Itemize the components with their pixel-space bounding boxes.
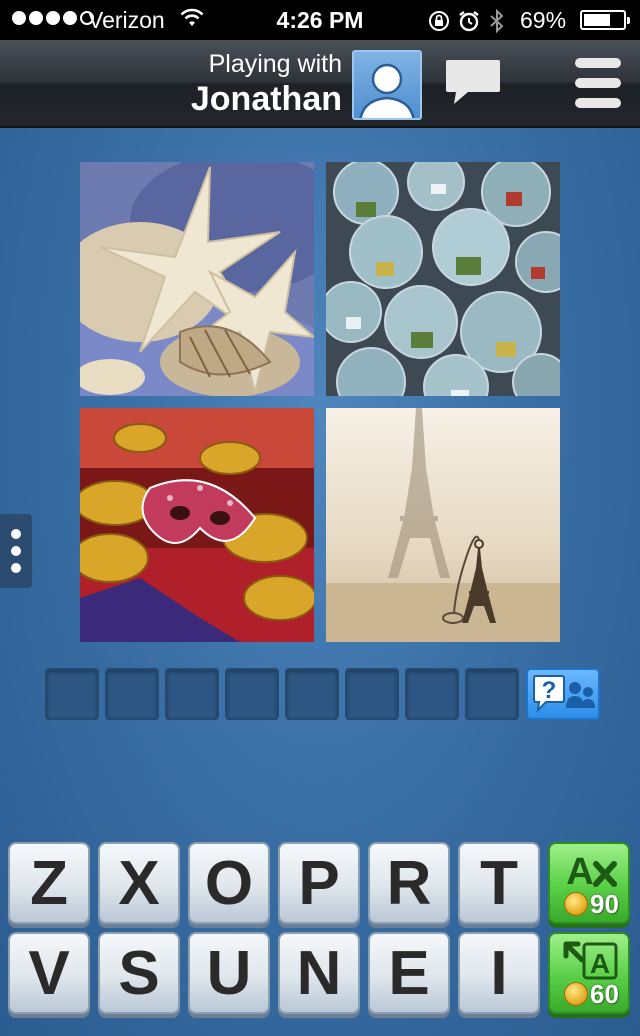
answer-slot-2[interactable] [105, 668, 159, 720]
svg-text:A: A [590, 948, 610, 979]
puzzle-photo-eiffel-tower[interactable] [326, 408, 560, 642]
puzzle-photo-snow-globes[interactable] [326, 162, 560, 396]
letter-tile[interactable]: S [98, 932, 180, 1014]
dot-icon [11, 529, 21, 539]
ask-friends-button[interactable]: ? [526, 668, 600, 720]
menu-bar [575, 98, 621, 108]
opponent-name: Jonathan [190, 80, 342, 118]
default-avatar-icon [359, 63, 415, 118]
menu-bar [575, 58, 621, 68]
answer-slot-3[interactable] [165, 668, 219, 720]
side-menu-tab[interactable] [0, 514, 32, 588]
letter-tile[interactable]: Z [8, 842, 90, 924]
remove-letter-icon: A [566, 851, 617, 892]
answer-slot-4[interactable] [225, 668, 279, 720]
dot-icon [11, 546, 21, 556]
alarm-icon [459, 11, 479, 32]
letter-tile[interactable]: O [188, 842, 270, 924]
playing-with-label: Playing with [208, 50, 342, 78]
dot-icon [11, 563, 21, 573]
letter-tile[interactable]: R [368, 842, 450, 924]
opponent-avatar[interactable] [352, 50, 422, 120]
game-header: Playing with Jonathan [0, 40, 640, 128]
reveal-letter-button[interactable]: A 60 [548, 932, 630, 1014]
puzzle-photo-masks[interactable] [80, 408, 314, 642]
letter-tile[interactable]: P [278, 842, 360, 924]
remove-letters-button[interactable]: A 90 [548, 842, 630, 924]
status-bar: Verizon 4:26 PM 69% [0, 0, 640, 40]
reveal-cost: 60 [590, 979, 619, 1009]
answer-slot-5[interactable] [285, 668, 339, 720]
answer-slot-1[interactable] [45, 668, 99, 720]
answer-slot-8[interactable] [465, 668, 519, 720]
letter-tile[interactable]: N [278, 932, 360, 1014]
menu-bar [575, 78, 621, 88]
answer-slot-7[interactable] [405, 668, 459, 720]
ask-friends-icon: ? [533, 675, 595, 713]
rotation-lock-icon [429, 11, 449, 31]
svg-text:?: ? [542, 677, 557, 704]
letter-tile[interactable]: X [98, 842, 180, 924]
coin-icon [564, 892, 588, 916]
bluetooth-icon [490, 9, 504, 33]
chat-icon[interactable] [444, 56, 502, 108]
puzzle-photo-starfish[interactable] [80, 162, 314, 396]
menu-button[interactable] [575, 58, 621, 108]
letter-tile[interactable]: I [458, 932, 540, 1014]
battery-icon [580, 10, 630, 30]
svg-text:A: A [566, 851, 593, 892]
reveal-letter-icon: A [563, 941, 618, 980]
letter-tile[interactable]: T [458, 842, 540, 924]
answer-slot-6[interactable] [345, 668, 399, 720]
battery-percent: 69% [520, 7, 567, 33]
letter-tile[interactable]: V [8, 932, 90, 1014]
letter-tile[interactable]: U [188, 932, 270, 1014]
coin-icon [564, 982, 588, 1006]
remove-cost: 90 [590, 889, 619, 919]
letter-tile[interactable]: E [368, 932, 450, 1014]
